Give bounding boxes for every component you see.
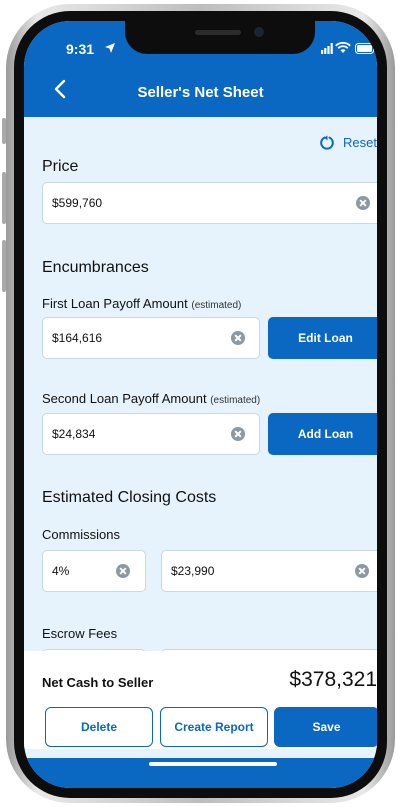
second-loan-input[interactable]: $24,834	[42, 413, 260, 455]
clear-commission-amount-icon[interactable]	[355, 564, 369, 578]
notch	[125, 21, 315, 54]
net-cash-label: Net Cash to Seller	[42, 675, 154, 690]
price-input[interactable]: $599,760	[42, 182, 377, 224]
first-loan-note: (estimated)	[191, 300, 242, 311]
save-button[interactable]: Save	[274, 707, 377, 747]
clear-first-loan-icon[interactable]	[231, 331, 245, 345]
clear-commission-percent-icon[interactable]	[116, 564, 130, 578]
price-value: $599,760	[52, 196, 103, 210]
price-label: Price	[42, 158, 79, 175]
reset-label: Reset	[343, 134, 377, 150]
wifi-icon	[335, 42, 351, 53]
second-loan-value: $24,834	[52, 427, 96, 441]
first-loan-value: $164,616	[52, 331, 103, 345]
commission-percent-value: 4%	[52, 564, 70, 578]
reset-icon	[320, 135, 334, 150]
clear-price-icon[interactable]	[356, 196, 370, 210]
create-report-button[interactable]: Create Report	[160, 707, 268, 747]
first-loan-label: First Loan Payoff Amount (estimated)	[42, 296, 241, 311]
status-time: 9:31	[66, 41, 95, 57]
bottom-bar	[24, 758, 377, 788]
home-indicator[interactable]	[149, 762, 277, 766]
location-arrow-icon	[105, 43, 115, 53]
reset-button[interactable]: Reset	[319, 134, 377, 150]
encumbrances-heading: Encumbrances	[42, 259, 149, 276]
mute-switch	[2, 118, 6, 144]
commission-percent-input[interactable]: 4%	[42, 550, 146, 592]
commission-amount-input[interactable]: $23,990	[161, 550, 377, 592]
page-title: Seller's Net Sheet	[137, 84, 264, 101]
first-loan-label-text: First Loan Payoff Amount	[42, 296, 188, 311]
delete-button[interactable]: Delete	[45, 707, 153, 747]
battery-icon	[355, 43, 377, 54]
first-loan-input[interactable]: $164,616	[42, 317, 260, 359]
camera	[254, 27, 264, 37]
screen: 9:31 Seller's Net Sheet Reset Price $599…	[24, 21, 377, 788]
escrow-fees-label: Escrow Fees	[42, 626, 118, 641]
second-loan-label-text: Second Loan Payoff Amount	[42, 391, 207, 406]
volume-down-button	[2, 240, 6, 292]
summary-footer: Net Cash to Seller $378,321 Delete Creat…	[24, 651, 377, 749]
second-loan-label: Second Loan Payoff Amount (estimated)	[42, 391, 260, 406]
net-cash-value: $378,321	[289, 668, 377, 691]
commission-amount-value: $23,990	[171, 564, 215, 578]
clear-second-loan-icon[interactable]	[231, 427, 245, 441]
speaker	[195, 30, 241, 35]
closing-costs-heading: Estimated Closing Costs	[42, 489, 217, 506]
volume-up-button	[2, 172, 6, 224]
edit-loan-button[interactable]: Edit Loan	[268, 317, 377, 359]
second-loan-note: (estimated)	[210, 395, 261, 406]
commissions-label: Commissions	[42, 527, 121, 542]
add-loan-button[interactable]: Add Loan	[268, 413, 377, 455]
signal-icon	[321, 43, 333, 54]
